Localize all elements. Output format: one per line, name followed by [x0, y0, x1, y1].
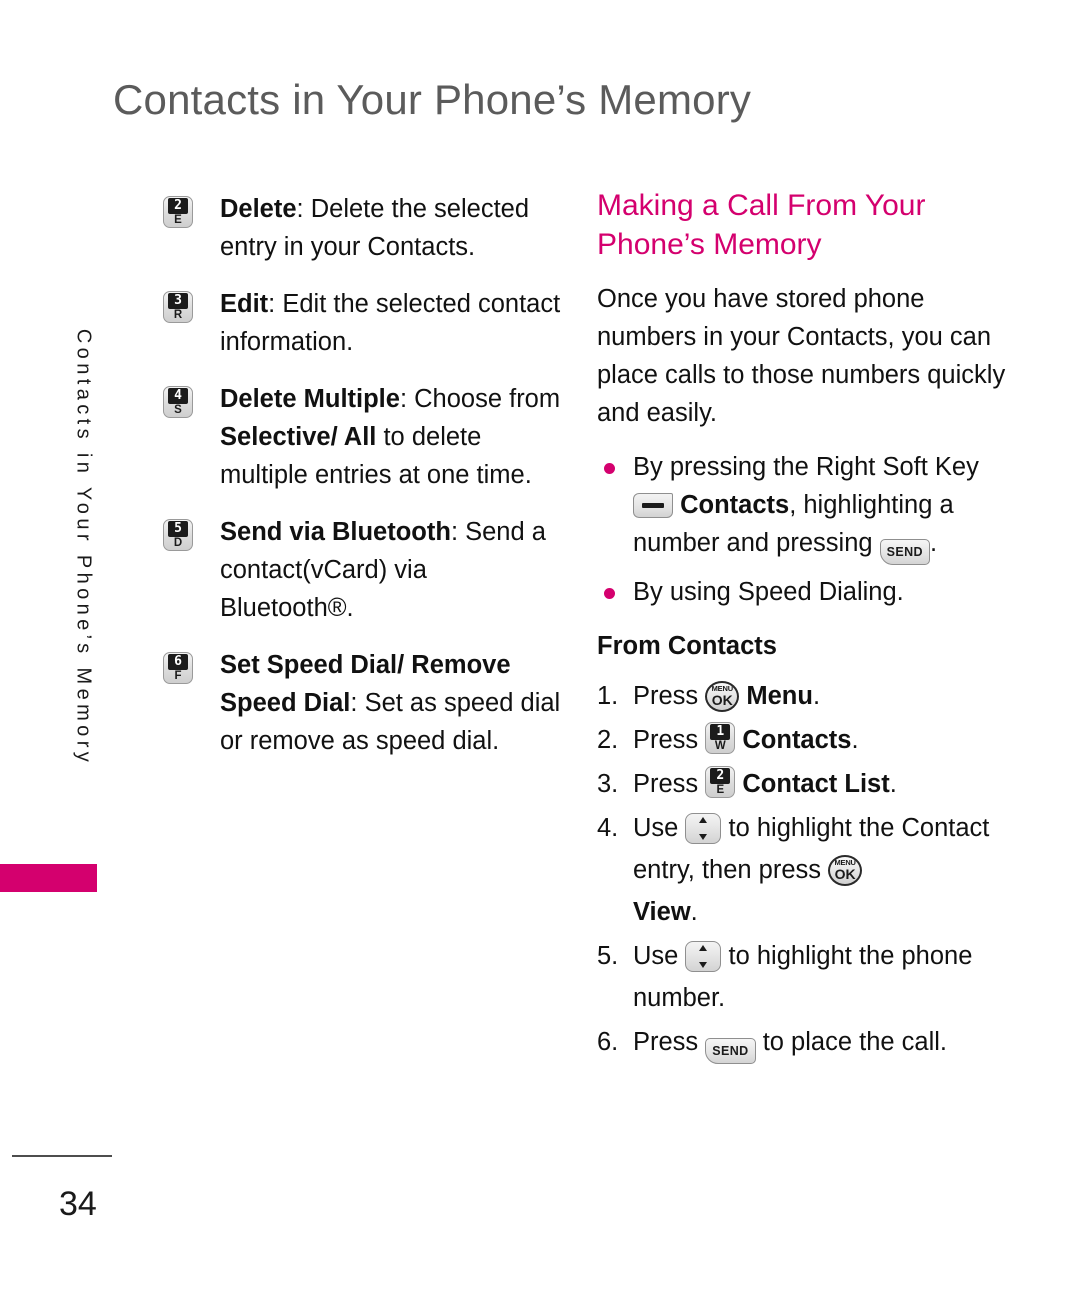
option-separator: :: [296, 195, 304, 223]
key-letter: F: [174, 670, 182, 682]
sub-heading: From Contacts: [597, 632, 777, 660]
keypad-1-w-icon: 1W: [705, 722, 736, 754]
list-item: 5. Use to highlight the phone number.: [597, 935, 1017, 1019]
menu-ok-key-icon: MENU OK: [705, 681, 740, 712]
list-item: 1. Press MENU OK Menu.: [597, 675, 1017, 717]
bullet-text-part1: By pressing the Right Soft Key: [633, 453, 979, 481]
step-verb: Use: [633, 814, 686, 842]
intro-paragraph: Once you have stored phone numbers in yo…: [597, 285, 1006, 427]
list-item: 4 S Delete Multiple: Choose from Selecti…: [163, 380, 563, 494]
option-term: Send via Bluetooth: [220, 518, 451, 546]
step-verb: Press: [633, 682, 706, 710]
option-term: Delete: [220, 195, 297, 223]
step-verb: Use: [633, 942, 686, 970]
step-target: Contact List: [742, 770, 890, 798]
step-tail: .: [812, 682, 821, 710]
keypad-4-s-icon: 4 S: [163, 385, 193, 423]
key-digit: 5: [168, 521, 188, 537]
list-item: 6. Press SEND to place the call.: [597, 1021, 1017, 1064]
bullet-text: By using Speed Dialing.: [633, 578, 904, 606]
list-item: 2 E Delete: Delete the selected entry in…: [163, 190, 563, 266]
section-heading: Making a Call From Your Phone’s Memory: [597, 189, 926, 261]
bullet-dot-icon: [604, 463, 615, 474]
step-tail: .: [851, 726, 859, 754]
key-letter: S: [174, 404, 182, 416]
keypad-2-e-icon: 2E: [705, 766, 736, 798]
page-number: 34: [59, 1185, 97, 1223]
step-number: 1.: [597, 682, 619, 710]
key-digit: 2: [710, 768, 731, 784]
step-verb: Press: [633, 1028, 706, 1056]
keypad-6-f-icon: 6 F: [163, 651, 193, 689]
keypad-5-d-icon: 5 D: [163, 518, 193, 556]
step-verb: Press: [633, 770, 706, 798]
key-letter: D: [173, 537, 183, 549]
navigation-updown-key-icon: [685, 941, 722, 972]
step-tail: .: [889, 770, 897, 798]
step-number: 6.: [597, 1028, 619, 1056]
key-digit: 4: [168, 388, 188, 404]
bullet-dot-icon: [604, 588, 615, 599]
key-ok-label: OK: [834, 866, 856, 882]
keypad-3-r-icon: 3 R: [163, 290, 193, 328]
step-tail: .: [690, 898, 698, 926]
step-number: 5.: [597, 942, 619, 970]
step-target: Contacts: [742, 726, 852, 754]
key-letter: W: [714, 740, 726, 752]
list-item: 3. Press 2E Contact List.: [597, 763, 1017, 805]
right-soft-key-icon: [633, 493, 673, 518]
key-digit: 1: [710, 724, 731, 740]
step-target: Menu: [746, 682, 813, 710]
menu-ok-key-icon: MENU OK: [828, 855, 863, 886]
step-number: 4.: [597, 814, 619, 842]
list-item: 6 F Set Speed Dial/ Remove Speed Dial: S…: [163, 646, 563, 760]
list-item: 3 R Edit: Edit the selected contact info…: [163, 285, 563, 361]
page-title: Contacts in Your Phone’s Memory: [113, 76, 752, 123]
key-letter: E: [174, 214, 182, 226]
list-item: 5 D Send via Bluetooth: Send a contact(v…: [163, 513, 563, 627]
step-mid-text: to place the call.: [755, 1028, 947, 1056]
side-tab-label: Contacts in Your Phone’s Memory: [72, 328, 95, 767]
send-key-icon: SEND: [705, 1038, 756, 1064]
key-letter: E: [716, 784, 725, 796]
key-digit: 6: [168, 654, 188, 670]
key-letter: R: [173, 309, 183, 321]
send-key-icon: SEND: [879, 539, 930, 565]
bullet-text-part3: .: [930, 529, 938, 557]
key-digit: 3: [168, 293, 188, 309]
option-term: Edit: [220, 290, 269, 318]
step-number: 2.: [597, 726, 619, 754]
key-digit: 2: [168, 198, 188, 214]
option-separator: :: [399, 385, 408, 413]
option-emphasis: Selective/ All: [220, 423, 377, 451]
options-list: 2 E Delete: Delete the selected entry in…: [163, 190, 563, 779]
footer-divider: [12, 1155, 112, 1157]
bullet-emphasis: Contacts: [680, 491, 790, 519]
making-a-call-section: Making a Call From Your Phone’s Memory O…: [597, 186, 1017, 1066]
key-ok-label: OK: [711, 692, 733, 708]
keypad-2-e-icon: 2 E: [163, 195, 193, 233]
list-item: By using Speed Dialing.: [597, 573, 1017, 611]
step-target: View: [633, 898, 691, 926]
option-description-part1: Choose from: [407, 385, 561, 413]
step-verb: Press: [633, 726, 706, 754]
option-term: Delete Multiple: [220, 385, 400, 413]
list-item: By pressing the Right Soft Key Contacts,…: [597, 448, 1017, 565]
option-separator: :: [450, 518, 459, 546]
step-number: 3.: [597, 770, 619, 798]
list-item: 2. Press 1W Contacts.: [597, 719, 1017, 761]
side-tab-marker: [0, 864, 97, 892]
list-item: 4. Use to highlight the Contact entry, t…: [597, 807, 1017, 933]
navigation-updown-key-icon: [685, 813, 722, 844]
